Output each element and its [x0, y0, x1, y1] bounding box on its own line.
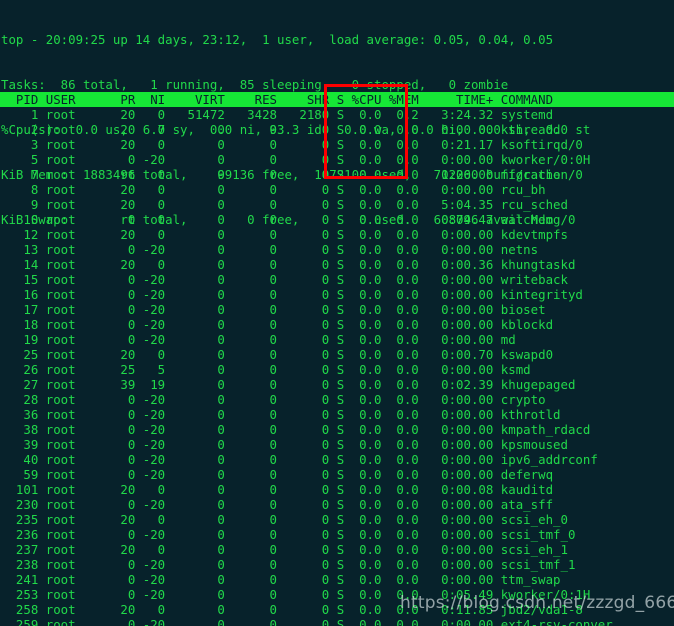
process-row[interactable]: 27 root 39 19 0 0 0 S 0.0 0.0 0:02.39 kh…: [0, 377, 674, 392]
uptime-line: top - 20:09:25 up 14 days, 23:12, 1 user…: [1, 32, 554, 47]
process-row[interactable]: 26 root 25 5 0 0 0 S 0.0 0.0 0:00.00 ksm…: [0, 362, 674, 377]
process-row[interactable]: 7 root rt 0 0 0 0 S 0.0 0.0 0:00.00 migr…: [0, 167, 674, 182]
process-row[interactable]: 237 root 20 0 0 0 0 S 0.0 0.0 0:00.00 sc…: [0, 542, 674, 557]
process-row[interactable]: 8 root 20 0 0 0 0 S 0.0 0.0 0:00.00 rcu_…: [0, 182, 674, 197]
process-row[interactable]: 258 root 20 0 0 0 0 S 0.0 0.0 0:11.85 jb…: [0, 602, 674, 617]
tasks-line: Tasks: 86 total, 1 running, 85 sleeping,…: [1, 77, 509, 92]
process-row[interactable]: 25 root 20 0 0 0 0 S 0.0 0.0 0:00.70 ksw…: [0, 347, 674, 362]
process-row[interactable]: 28 root 0 -20 0 0 0 S 0.0 0.0 0:00.00 cr…: [0, 392, 674, 407]
process-row[interactable]: 17 root 0 -20 0 0 0 S 0.0 0.0 0:00.00 bi…: [0, 302, 674, 317]
process-row[interactable]: 36 root 0 -20 0 0 0 S 0.0 0.0 0:00.00 kt…: [0, 407, 674, 422]
process-table-body: 1 root 20 0 51472 3428 2180 S 0.0 0.2 3:…: [0, 107, 674, 626]
process-row[interactable]: 38 root 0 -20 0 0 0 S 0.0 0.0 0:00.00 km…: [0, 422, 674, 437]
process-row[interactable]: 10 root rt 0 0 0 0 S 0.0 0.0 0:04.47 wat…: [0, 212, 674, 227]
process-row[interactable]: 39 root 0 -20 0 0 0 S 0.0 0.0 0:00.00 kp…: [0, 437, 674, 452]
process-row[interactable]: 2 root 20 0 0 0 0 S 0.0 0.0 0:00.00 kthr…: [0, 122, 674, 137]
process-row[interactable]: 259 root 0 -20 0 0 0 S 0.0 0.0 0:00.00 e…: [0, 617, 674, 626]
process-row[interactable]: 59 root 0 -20 0 0 0 S 0.0 0.0 0:00.00 de…: [0, 467, 674, 482]
process-row[interactable]: 1 root 20 0 51472 3428 2180 S 0.0 0.2 3:…: [0, 107, 674, 122]
process-row[interactable]: 241 root 0 -20 0 0 0 S 0.0 0.0 0:00.00 t…: [0, 572, 674, 587]
process-row[interactable]: 16 root 0 -20 0 0 0 S 0.0 0.0 0:00.00 ki…: [0, 287, 674, 302]
process-row[interactable]: 230 root 0 -20 0 0 0 S 0.0 0.0 0:00.00 a…: [0, 497, 674, 512]
process-row[interactable]: 5 root 0 -20 0 0 0 S 0.0 0.0 0:00.00 kwo…: [0, 152, 674, 167]
process-row[interactable]: 13 root 0 -20 0 0 0 S 0.0 0.0 0:00.00 ne…: [0, 242, 674, 257]
process-row[interactable]: 236 root 0 -20 0 0 0 S 0.0 0.0 0:00.00 s…: [0, 527, 674, 542]
process-table-header[interactable]: PID USER PR NI VIRT RES SHR S %CPU %MEM …: [0, 92, 674, 107]
process-row[interactable]: 15 root 0 -20 0 0 0 S 0.0 0.0 0:00.00 wr…: [0, 272, 674, 287]
process-row[interactable]: 9 root 20 0 0 0 0 S 0.0 0.0 5:04.35 rcu_…: [0, 197, 674, 212]
process-row[interactable]: 19 root 0 -20 0 0 0 S 0.0 0.0 0:00.00 md: [0, 332, 674, 347]
process-row[interactable]: 14 root 20 0 0 0 0 S 0.0 0.0 0:00.36 khu…: [0, 257, 674, 272]
terminal-screen: top - 20:09:25 up 14 days, 23:12, 1 user…: [0, 0, 674, 626]
process-row[interactable]: 253 root 0 -20 0 0 0 S 0.0 0.0 0:05.49 k…: [0, 587, 674, 602]
process-row[interactable]: 12 root 20 0 0 0 0 S 0.0 0.0 0:00.00 kde…: [0, 227, 674, 242]
process-row[interactable]: 40 root 0 -20 0 0 0 S 0.0 0.0 0:00.00 ip…: [0, 452, 674, 467]
process-row[interactable]: 101 root 20 0 0 0 0 S 0.0 0.0 0:00.08 ka…: [0, 482, 674, 497]
process-row[interactable]: 235 root 20 0 0 0 0 S 0.0 0.0 0:00.00 sc…: [0, 512, 674, 527]
process-row[interactable]: 3 root 20 0 0 0 0 S 0.0 0.0 0:21.17 ksof…: [0, 137, 674, 152]
process-row[interactable]: 238 root 0 -20 0 0 0 S 0.0 0.0 0:00.00 s…: [0, 557, 674, 572]
process-row[interactable]: 18 root 0 -20 0 0 0 S 0.0 0.0 0:00.00 kb…: [0, 317, 674, 332]
